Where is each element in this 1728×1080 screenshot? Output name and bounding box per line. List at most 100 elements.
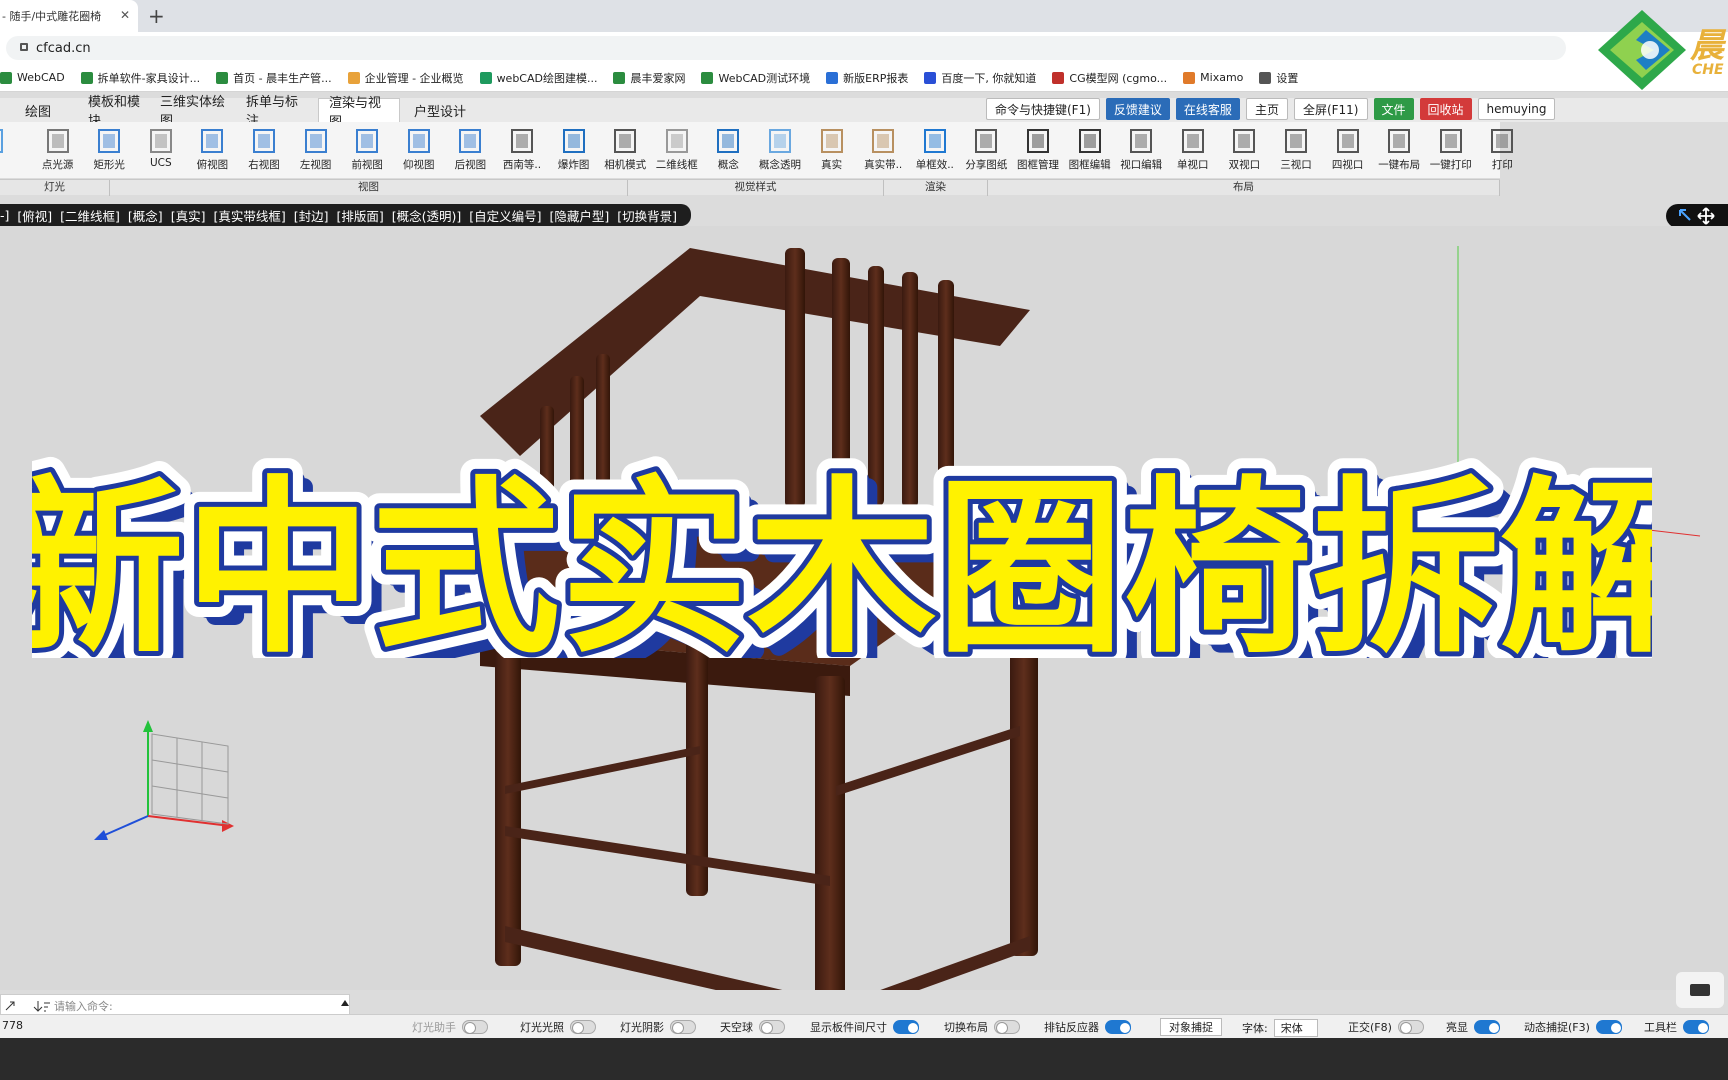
toggle-switch[interactable] — [1683, 1020, 1709, 1034]
command-tools[interactable] — [2, 998, 52, 1014]
view-mode-item[interactable]: [真实带线框] — [213, 206, 285, 225]
url-field[interactable] — [6, 36, 1566, 60]
toggle-switch[interactable] — [1474, 1020, 1500, 1034]
bookmark-item[interactable]: 企业管理 - 企业概览 — [347, 70, 464, 86]
tool-button[interactable]: 相机模式 — [599, 122, 651, 178]
tool-button[interactable]: 图框管理 — [1012, 122, 1064, 178]
tool-button[interactable]: 视口编辑 — [1115, 122, 1167, 178]
view-mode-item[interactable]: [切换背景] — [617, 206, 677, 225]
status-item[interactable]: 显示板件间尺寸 — [810, 1019, 919, 1035]
top-button[interactable]: 命令与快捷键(F1) — [986, 98, 1100, 120]
bookmark-item[interactable]: Mixamo — [1183, 71, 1243, 84]
tool-button[interactable]: 四视口 — [1322, 122, 1374, 178]
toggle-switch[interactable] — [994, 1020, 1020, 1034]
view-mode-item[interactable]: [二维线框] — [60, 206, 120, 225]
status-item[interactable]: 动态捕捉(F3) — [1524, 1019, 1622, 1035]
bookmark-item[interactable]: WebCAD — [0, 71, 65, 84]
close-icon[interactable]: ✕ — [120, 8, 130, 22]
ribbon-tab[interactable]: 户型设计 — [400, 98, 480, 122]
status-item[interactable]: 工具栏 — [1644, 1019, 1709, 1035]
bookmark-item[interactable]: WebCAD测试环境 — [701, 70, 810, 86]
status-item[interactable]: 灯光助手 — [412, 1019, 488, 1035]
bookmark-item[interactable]: 百度一下, 你就知道 — [924, 70, 1036, 86]
toggle-switch[interactable] — [759, 1020, 785, 1034]
status-item[interactable]: 对象捕捉 — [1160, 1018, 1222, 1036]
status-item[interactable]: 亮显 — [1446, 1019, 1500, 1035]
tool-button[interactable]: 二维线框 — [651, 122, 703, 178]
top-button[interactable]: hemuying — [1477, 98, 1556, 120]
view-mode-item[interactable]: [自定义编号] — [469, 206, 541, 225]
toggle-switch[interactable] — [462, 1020, 488, 1034]
status-item[interactable]: 排钻反应器 — [1044, 1019, 1131, 1035]
tool-button[interactable]: 单视口 — [1167, 122, 1219, 178]
tool-button[interactable]: 左视图 — [290, 122, 342, 178]
bookmark-item[interactable]: CG模型网 (cgmo... — [1052, 70, 1167, 86]
view-mode-item[interactable]: [概念] — [128, 206, 163, 225]
ribbon-tab[interactable]: 模板和模块 — [78, 95, 150, 129]
bookmark-item[interactable]: 晨丰爱家网 — [613, 70, 685, 86]
new-tab-button[interactable]: + — [148, 4, 165, 28]
command-input[interactable] — [0, 994, 350, 1016]
bookmark-item[interactable]: 拆单软件-家具设计... — [80, 70, 200, 86]
toggle-switch[interactable] — [570, 1020, 596, 1034]
bookmark-item[interactable]: 设置 — [1259, 70, 1298, 86]
tool-button[interactable]: 一键打印 — [1425, 122, 1477, 178]
tool-button[interactable]: 矩形光 — [83, 122, 135, 178]
font-select[interactable]: 宋体 — [1273, 1019, 1318, 1037]
status-item[interactable]: 切换布局 — [944, 1019, 1020, 1035]
tool-button[interactable]: 后视图 — [444, 122, 496, 178]
view-mode-item[interactable]: [排版面] — [336, 206, 383, 225]
toggle-switch[interactable] — [1105, 1020, 1131, 1034]
browser-tab[interactable]: - 随手/中式雕花圈椅 ✕ — [0, 0, 138, 32]
tool-button[interactable]: 三视口 — [1270, 122, 1322, 178]
top-button[interactable]: 文件 — [1373, 98, 1414, 120]
tool-button[interactable]: UCS — [135, 122, 187, 178]
view-mode-item[interactable]: [隐藏户型] — [550, 206, 610, 225]
tool-button[interactable]: 分享图纸 — [960, 122, 1012, 178]
keyboard-toggle-button[interactable] — [1676, 972, 1724, 1008]
caret-up-icon[interactable] — [340, 998, 350, 1008]
status-item[interactable]: 灯光光照 — [520, 1019, 596, 1035]
tool-button[interactable]: 打印 — [1476, 122, 1528, 178]
tool-button[interactable]: 一键布局 — [1373, 122, 1425, 178]
view-mode-item[interactable]: [俯视] — [17, 206, 52, 225]
ribbon-tab[interactable]: 拆单与标注 — [236, 95, 318, 129]
status-item[interactable]: 正交(F8) — [1348, 1019, 1424, 1035]
top-button[interactable]: 主页 — [1245, 98, 1288, 120]
ribbon-tab[interactable]: 三维实体绘图 — [150, 95, 236, 129]
tool-button[interactable]: 前视图 — [341, 122, 393, 178]
view-mode-item[interactable]: [概念(透明)] — [392, 206, 462, 225]
view-mode-item[interactable]: [封边] — [294, 206, 329, 225]
top-button[interactable]: 回收站 — [1419, 98, 1472, 120]
tool-button[interactable]: 爆炸图 — [548, 122, 600, 178]
tool-button[interactable]: 概念 — [702, 122, 754, 178]
tool-button[interactable]: 图框编辑 — [1064, 122, 1116, 178]
top-button[interactable]: 反馈建议 — [1105, 98, 1170, 120]
tool-button[interactable]: 右视图 — [238, 122, 290, 178]
tool-button[interactable]: 单框效.. — [909, 122, 961, 178]
tool-button[interactable]: 真实带.. — [857, 122, 909, 178]
tool-button[interactable]: 点光源 — [32, 122, 84, 178]
ribbon-tab[interactable]: 绘图 — [0, 98, 76, 122]
navigation-pill[interactable] — [1666, 204, 1728, 228]
tool-button[interactable]: 俯视图 — [186, 122, 238, 178]
status-item[interactable]: 灯光阴影 — [620, 1019, 696, 1035]
status-item[interactable]: 天空球 — [720, 1019, 785, 1035]
tool-button[interactable]: 仰视图 — [393, 122, 445, 178]
top-button[interactable]: 在线客服 — [1175, 98, 1240, 120]
bookmark-item[interactable]: webCAD绘图建模... — [479, 70, 597, 86]
bookmark-item[interactable]: 新版ERP报表 — [826, 70, 908, 86]
toggle-switch[interactable] — [1595, 1020, 1622, 1034]
tool-button[interactable]: 概念透明 — [754, 122, 806, 178]
tool-button[interactable]: 灯 — [0, 122, 18, 178]
tool-button[interactable]: 真实 — [806, 122, 858, 178]
top-button[interactable]: 全屏(F11) — [1293, 98, 1368, 120]
tool-button[interactable]: 西南等.. — [496, 122, 548, 178]
toggle-switch[interactable] — [893, 1020, 919, 1034]
view-mode-item[interactable]: [真实] — [171, 206, 206, 225]
view-mode-item[interactable]: -] — [0, 208, 9, 223]
tool-button[interactable]: 双视口 — [1218, 122, 1270, 178]
status-item[interactable]: 字体: 宋体 — [1242, 1019, 1318, 1037]
toggle-switch[interactable] — [1397, 1020, 1424, 1034]
toggle-switch[interactable] — [670, 1020, 696, 1034]
